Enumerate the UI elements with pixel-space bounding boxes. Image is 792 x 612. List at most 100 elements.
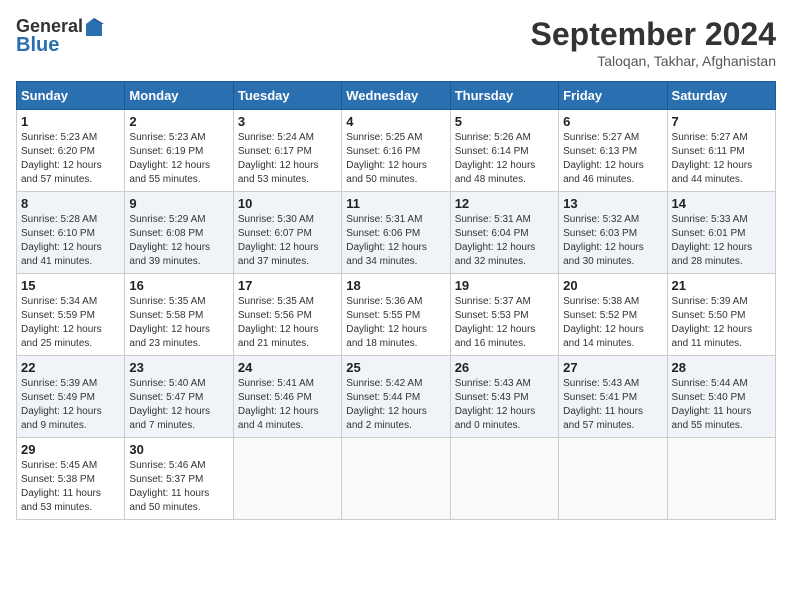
location: Taloqan, Takhar, Afghanistan	[531, 53, 776, 69]
day-number: 15	[21, 278, 120, 293]
cell-info: Sunrise: 5:30 AM Sunset: 6:07 PM Dayligh…	[238, 213, 337, 269]
calendar-cell: 11 Sunrise: 5:31 AM Sunset: 6:06 PM Dayli…	[342, 192, 450, 274]
calendar-cell: 26 Sunrise: 5:43 AM Sunset: 5:43 PM Dayli…	[450, 356, 558, 438]
calendar-cell: 21 Sunrise: 5:39 AM Sunset: 5:50 PM Dayli…	[667, 274, 775, 356]
cell-info: Sunrise: 5:42 AM Sunset: 5:44 PM Dayligh…	[346, 377, 445, 433]
calendar-cell: 14 Sunrise: 5:33 AM Sunset: 6:01 PM Dayli…	[667, 192, 775, 274]
day-number: 28	[672, 360, 771, 375]
cell-info: Sunrise: 5:39 AM Sunset: 5:50 PM Dayligh…	[672, 295, 771, 351]
calendar-cell: 12 Sunrise: 5:31 AM Sunset: 6:04 PM Dayli…	[450, 192, 558, 274]
month-title: September 2024	[531, 16, 776, 53]
day-number: 9	[129, 196, 228, 211]
calendar-cell: 9 Sunrise: 5:29 AM Sunset: 6:08 PM Daylig…	[125, 192, 233, 274]
calendar-cell: 2Sunrise: 5:23 AM Sunset: 6:19 PM Daylig…	[125, 110, 233, 192]
cell-info: Sunrise: 5:34 AM Sunset: 5:59 PM Dayligh…	[21, 295, 120, 351]
calendar-cell: 5 Sunrise: 5:26 AM Sunset: 6:14 PM Daylig…	[450, 110, 558, 192]
cell-info: Sunrise: 5:27 AM Sunset: 6:13 PM Dayligh…	[563, 131, 662, 187]
calendar-cell: 4 Sunrise: 5:25 AM Sunset: 6:16 PM Daylig…	[342, 110, 450, 192]
day-number: 3	[238, 114, 337, 129]
cell-info: Sunrise: 5:46 AM Sunset: 5:37 PM Dayligh…	[129, 459, 228, 515]
day-number: 5	[455, 114, 554, 129]
cell-info: Sunrise: 5:40 AM Sunset: 5:47 PM Dayligh…	[129, 377, 228, 433]
calendar-cell: 18Sunrise: 5:36 AM Sunset: 5:55 PM Dayli…	[342, 274, 450, 356]
cell-info: Sunrise: 5:45 AM Sunset: 5:38 PM Dayligh…	[21, 459, 120, 515]
day-number: 25	[346, 360, 445, 375]
day-number: 17	[238, 278, 337, 293]
day-number: 4	[346, 114, 445, 129]
calendar-cell	[342, 438, 450, 520]
cell-info: Sunrise: 5:23 AM Sunset: 6:19 PM Dayligh…	[129, 131, 228, 187]
day-number: 6	[563, 114, 662, 129]
day-number: 1	[21, 114, 120, 129]
page-header: General Blue September 2024 Taloqan, Tak…	[16, 16, 776, 69]
logo-general: General	[16, 16, 83, 36]
calendar-cell: 24 Sunrise: 5:41 AM Sunset: 5:46 PM Dayli…	[233, 356, 341, 438]
cell-info: Sunrise: 5:38 AM Sunset: 5:52 PM Dayligh…	[563, 295, 662, 351]
day-number: 14	[672, 196, 771, 211]
cell-info: Sunrise: 5:43 AM Sunset: 5:43 PM Dayligh…	[455, 377, 554, 433]
col-header-wednesday: Wednesday	[342, 82, 450, 110]
cell-info: Sunrise: 5:32 AM Sunset: 6:03 PM Dayligh…	[563, 213, 662, 269]
calendar-cell: 30 Sunrise: 5:46 AM Sunset: 5:37 PM Dayli…	[125, 438, 233, 520]
calendar-cell: 27Sunrise: 5:43 AM Sunset: 5:41 PM Dayli…	[559, 356, 667, 438]
cell-info: Sunrise: 5:29 AM Sunset: 6:08 PM Dayligh…	[129, 213, 228, 269]
calendar-cell: 19 Sunrise: 5:37 AM Sunset: 5:53 PM Dayli…	[450, 274, 558, 356]
cell-info: Sunrise: 5:41 AM Sunset: 5:46 PM Dayligh…	[238, 377, 337, 433]
day-number: 8	[21, 196, 120, 211]
cell-info: Sunrise: 5:26 AM Sunset: 6:14 PM Dayligh…	[455, 131, 554, 187]
cell-info: Sunrise: 5:25 AM Sunset: 6:16 PM Dayligh…	[346, 131, 445, 187]
logo-blue: Blue	[16, 34, 59, 56]
col-header-sunday: Sunday	[17, 82, 125, 110]
cell-info: Sunrise: 5:28 AM Sunset: 6:10 PM Dayligh…	[21, 213, 120, 269]
day-number: 27	[563, 360, 662, 375]
day-number: 19	[455, 278, 554, 293]
cell-info: Sunrise: 5:33 AM Sunset: 6:01 PM Dayligh…	[672, 213, 771, 269]
cell-info: Sunrise: 5:39 AM Sunset: 5:49 PM Dayligh…	[21, 377, 120, 433]
day-number: 21	[672, 278, 771, 293]
col-header-tuesday: Tuesday	[233, 82, 341, 110]
day-number: 10	[238, 196, 337, 211]
day-number: 24	[238, 360, 337, 375]
cell-info: Sunrise: 5:23 AM Sunset: 6:20 PM Dayligh…	[21, 131, 120, 187]
day-number: 16	[129, 278, 228, 293]
calendar-cell: 23 Sunrise: 5:40 AM Sunset: 5:47 PM Dayli…	[125, 356, 233, 438]
cell-info: Sunrise: 5:37 AM Sunset: 5:53 PM Dayligh…	[455, 295, 554, 351]
day-number: 11	[346, 196, 445, 211]
day-number: 7	[672, 114, 771, 129]
calendar-cell: 1 Sunrise: 5:23 AM Sunset: 6:20 PM Daylig…	[17, 110, 125, 192]
logo: General Blue	[16, 16, 105, 56]
col-header-saturday: Saturday	[667, 82, 775, 110]
calendar-cell	[559, 438, 667, 520]
cell-info: Sunrise: 5:35 AM Sunset: 5:58 PM Dayligh…	[129, 295, 228, 351]
day-number: 26	[455, 360, 554, 375]
cell-info: Sunrise: 5:31 AM Sunset: 6:06 PM Dayligh…	[346, 213, 445, 269]
calendar-cell: 15 Sunrise: 5:34 AM Sunset: 5:59 PM Dayli…	[17, 274, 125, 356]
calendar-cell: 3 Sunrise: 5:24 AM Sunset: 6:17 PM Daylig…	[233, 110, 341, 192]
calendar-cell	[667, 438, 775, 520]
calendar-cell: 17Sunrise: 5:35 AM Sunset: 5:56 PM Dayli…	[233, 274, 341, 356]
day-number: 13	[563, 196, 662, 211]
title-block: September 2024 Taloqan, Takhar, Afghanis…	[531, 16, 776, 69]
calendar-cell: 16 Sunrise: 5:35 AM Sunset: 5:58 PM Dayli…	[125, 274, 233, 356]
calendar-cell: 7 Sunrise: 5:27 AM Sunset: 6:11 PM Daylig…	[667, 110, 775, 192]
day-number: 20	[563, 278, 662, 293]
calendar-cell: 6 Sunrise: 5:27 AM Sunset: 6:13 PM Daylig…	[559, 110, 667, 192]
calendar-cell: 20 Sunrise: 5:38 AM Sunset: 5:52 PM Dayli…	[559, 274, 667, 356]
calendar-cell: 29 Sunrise: 5:45 AM Sunset: 5:38 PM Dayli…	[17, 438, 125, 520]
col-header-friday: Friday	[559, 82, 667, 110]
cell-info: Sunrise: 5:31 AM Sunset: 6:04 PM Dayligh…	[455, 213, 554, 269]
calendar-cell: 25 Sunrise: 5:42 AM Sunset: 5:44 PM Dayli…	[342, 356, 450, 438]
calendar-cell	[450, 438, 558, 520]
day-number: 23	[129, 360, 228, 375]
day-number: 30	[129, 442, 228, 457]
day-number: 29	[21, 442, 120, 457]
calendar-cell: 10 Sunrise: 5:30 AM Sunset: 6:07 PM Dayli…	[233, 192, 341, 274]
cell-info: Sunrise: 5:24 AM Sunset: 6:17 PM Dayligh…	[238, 131, 337, 187]
cell-info: Sunrise: 5:27 AM Sunset: 6:11 PM Dayligh…	[672, 131, 771, 187]
cell-info: Sunrise: 5:36 AM Sunset: 5:55 PM Dayligh…	[346, 295, 445, 351]
col-header-thursday: Thursday	[450, 82, 558, 110]
day-number: 12	[455, 196, 554, 211]
day-number: 22	[21, 360, 120, 375]
col-header-monday: Monday	[125, 82, 233, 110]
calendar-table: SundayMondayTuesdayWednesdayThursdayFrid…	[16, 81, 776, 520]
